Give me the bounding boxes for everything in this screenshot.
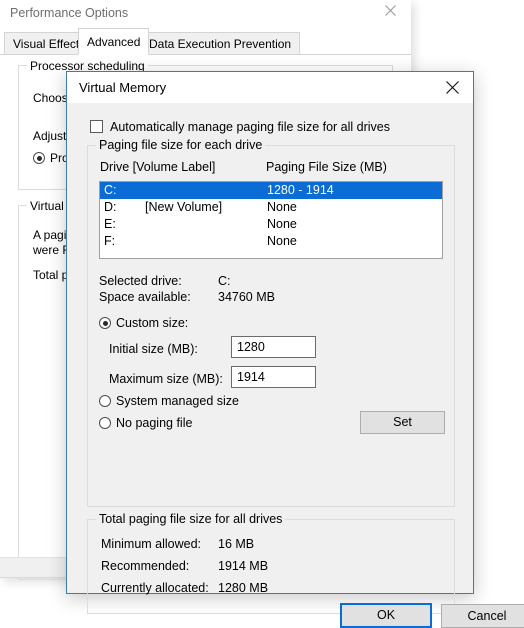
drive-paging-size: None: [267, 234, 297, 248]
space-available-label: Space available:: [99, 290, 191, 304]
table-row[interactable]: C: 1280 - 1914: [100, 182, 442, 199]
radio-icon: [99, 417, 111, 429]
space-available-value: 34760 MB: [218, 290, 275, 304]
currently-allocated-value: 1280 MB: [218, 581, 269, 595]
auto-manage-paging-label: Automatically manage paging file size fo…: [110, 120, 390, 134]
drive-letter: C:: [104, 183, 117, 197]
performance-options-tabs: Visual Effects Advanced Data Execution P…: [0, 28, 411, 55]
selected-drive-label: Selected drive:: [99, 274, 182, 288]
close-icon[interactable]: [375, 2, 405, 24]
drive-letter: F:: [104, 234, 116, 248]
radio-icon: [99, 317, 111, 329]
drive-volume-label: [New Volume]: [145, 200, 223, 214]
virtual-memory-title: Virtual Memory: [79, 80, 167, 95]
currently-allocated-label: Currently allocated:: [101, 581, 209, 595]
radio-no-paging-file[interactable]: No paging file: [99, 416, 192, 430]
set-button[interactable]: Set: [360, 411, 445, 434]
paging-file-size-group-title: Paging file size for each drive: [96, 138, 266, 152]
maximum-size-input[interactable]: [231, 366, 316, 388]
checkbox-icon[interactable]: [90, 120, 103, 133]
performance-options-titlebar: Performance Options: [0, 0, 411, 28]
column-header-drive: Drive [Volume Label]: [100, 160, 216, 174]
drive-letter: E:: [104, 217, 116, 231]
table-row[interactable]: E: None: [100, 216, 442, 233]
radio-custom-size[interactable]: Custom size:: [99, 316, 188, 330]
initial-size-input[interactable]: [231, 336, 316, 358]
close-icon[interactable]: [431, 72, 473, 102]
radio-icon: [99, 395, 111, 407]
drive-paging-size: None: [267, 217, 297, 231]
table-row[interactable]: F: None: [100, 233, 442, 250]
tab-advanced[interactable]: Advanced: [78, 28, 150, 55]
paging-file-size-group: Paging file size for each drive Drive [V…: [87, 138, 455, 507]
recommended-label: Recommended:: [101, 559, 190, 573]
drive-list[interactable]: C: 1280 - 1914 D: [New Volume] None E: N…: [99, 181, 443, 259]
virtual-memory-titlebar: Virtual Memory: [67, 72, 473, 103]
radio-system-managed-size[interactable]: System managed size: [99, 394, 239, 408]
performance-options-title: Performance Options: [10, 6, 129, 20]
radio-custom-size-label: Custom size:: [116, 316, 189, 330]
column-header-paging-file-size: Paging File Size (MB): [266, 160, 387, 174]
total-paging-file-size-group: Total paging file size for all drives Mi…: [87, 512, 455, 614]
maximum-size-label: Maximum size (MB):: [109, 372, 223, 386]
radio-icon: [33, 152, 45, 164]
drive-paging-size: 1280 - 1914: [267, 183, 334, 197]
virtual-memory-dialog: Virtual Memory Automatically manage pagi…: [66, 71, 524, 628]
drive-letter: D:: [104, 200, 117, 214]
ok-button[interactable]: OK: [340, 603, 432, 628]
initial-size-label: Initial size (MB):: [109, 342, 198, 356]
cancel-button[interactable]: Cancel: [441, 604, 524, 628]
minimum-allowed-label: Minimum allowed:: [101, 537, 202, 551]
drive-paging-size: None: [267, 200, 297, 214]
radio-no-paging-file-label: No paging file: [116, 416, 193, 430]
minimum-allowed-value: 16 MB: [218, 537, 255, 551]
recommended-value: 1914 MB: [218, 559, 269, 573]
selected-drive-value: C:: [218, 274, 231, 288]
tab-data-execution-prevention[interactable]: Data Execution Prevention: [140, 32, 301, 54]
table-row[interactable]: D: [New Volume] None: [100, 199, 442, 216]
auto-manage-paging-checkbox-row[interactable]: Automatically manage paging file size fo…: [90, 120, 390, 134]
virtual-memory-body: Automatically manage paging file size fo…: [67, 103, 473, 614]
total-paging-file-size-title: Total paging file size for all drives: [96, 512, 286, 526]
radio-system-managed-size-label: System managed size: [116, 394, 239, 408]
